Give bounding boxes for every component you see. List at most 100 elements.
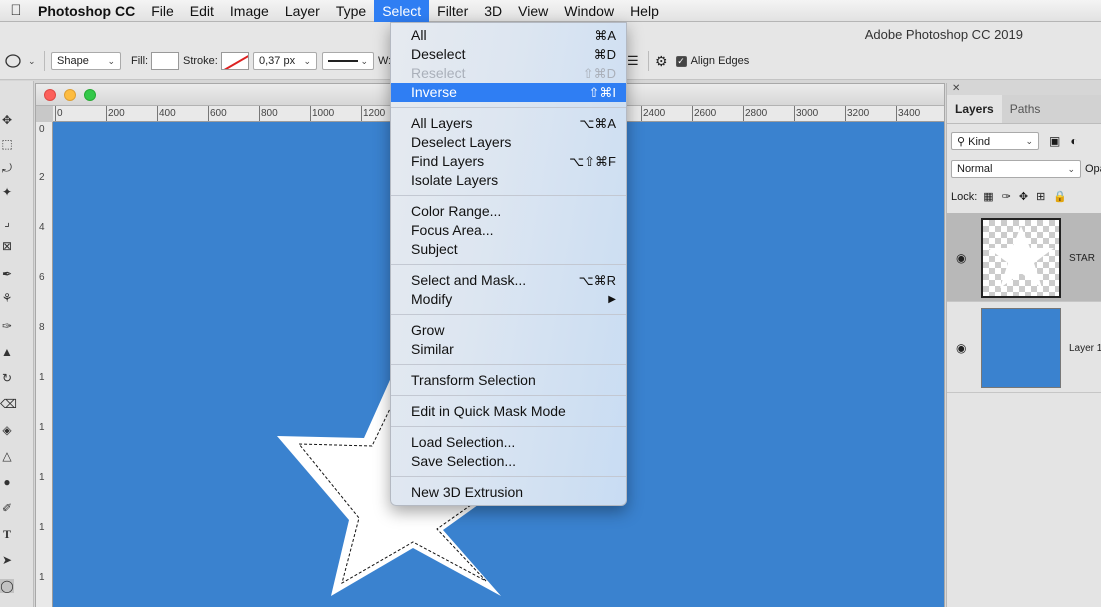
stroke-swatch[interactable]: [220, 52, 249, 70]
lasso-tool-icon[interactable]: ⤾: [0, 161, 14, 176]
menu-item-similar[interactable]: Similar: [391, 340, 626, 359]
tool-mode-select[interactable]: Shape ⌄: [51, 52, 121, 70]
blur-tool-icon[interactable]: △: [0, 449, 14, 463]
lock-position-icon[interactable]: ✥: [1019, 190, 1028, 203]
menu-item-label: All Layers: [411, 115, 473, 131]
menu-item-new-3d-extrusion[interactable]: New 3D Extrusion: [391, 483, 626, 502]
stroke-width-value: 0,37 px: [259, 55, 296, 67]
adjustment-filter-icon[interactable]: ◐: [1070, 134, 1077, 148]
menu-view[interactable]: View: [510, 0, 556, 22]
layer-row-layer-1[interactable]: ◉ Layer 1: [947, 303, 1101, 393]
opacity-label: Opa: [1085, 163, 1101, 175]
menu-item-deselect[interactable]: Deselect ⌘D: [391, 45, 626, 64]
lock-pixels-icon[interactable]: ✑: [1002, 190, 1011, 203]
menu-item-label: New 3D Extrusion: [411, 484, 524, 500]
layer-row-star[interactable]: ◉ STAR: [947, 213, 1101, 302]
ellipse-tool-icon: [5, 54, 21, 68]
filter-kind-select[interactable]: ⚲ Kind ⌄: [951, 132, 1039, 150]
marquee-tool-icon[interactable]: ⬚: [0, 137, 14, 151]
menu-filter[interactable]: Filter: [429, 0, 476, 22]
minimize-window-button[interactable]: [64, 89, 76, 101]
tab-paths[interactable]: Paths: [1002, 95, 1049, 123]
lock-artboard-icon[interactable]: ⊞: [1036, 190, 1045, 203]
menu-item-transform-selection[interactable]: Transform Selection: [391, 371, 626, 390]
chevron-down-icon: ⌄: [28, 55, 36, 66]
blend-mode-select[interactable]: Normal ⌄: [951, 160, 1081, 178]
move-tool-icon[interactable]: ✥: [0, 113, 14, 127]
apple-icon[interactable]: : [2, 2, 30, 19]
stroke-width-field[interactable]: 0,37 px ⌄: [253, 52, 317, 70]
paint-bucket-tool-icon[interactable]: ◈: [0, 423, 14, 437]
crop-tool-icon[interactable]: ⌟: [0, 215, 14, 229]
menu-type[interactable]: Type: [328, 0, 374, 22]
menu-item-color-range[interactable]: Color Range...: [391, 202, 626, 221]
close-icon[interactable]: ✕: [952, 83, 960, 94]
visibility-eye-icon[interactable]: ◉: [956, 251, 966, 265]
menu-help[interactable]: Help: [622, 0, 667, 22]
healing-brush-tool-icon[interactable]: ⚘: [0, 291, 14, 305]
menu-item-grow[interactable]: Grow: [391, 321, 626, 340]
close-window-button[interactable]: [44, 89, 56, 101]
pen-tool-icon[interactable]: ✐: [0, 501, 14, 515]
menu-item-select-and-mask[interactable]: Select and Mask... ⌥⌘R: [391, 271, 626, 290]
image-filter-icon[interactable]: ▣: [1049, 134, 1060, 148]
magic-wand-tool-icon[interactable]: ✦: [0, 185, 14, 199]
ellipse-tool-icon[interactable]: ◯: [0, 579, 14, 593]
eraser-tool-icon[interactable]: ⌫: [0, 397, 17, 411]
chevron-down-icon: ⌄: [303, 55, 311, 66]
chevron-down-icon: ⌄: [360, 55, 368, 66]
ruler-label: 2400: [643, 108, 666, 119]
menu-item-isolate-layers[interactable]: Isolate Layers: [391, 171, 626, 190]
menu-file[interactable]: File: [143, 0, 182, 22]
ruler-label: 600: [210, 108, 227, 119]
visibility-eye-icon[interactable]: ◉: [956, 341, 966, 355]
menu-3d[interactable]: 3D: [476, 0, 510, 22]
menu-layer[interactable]: Layer: [277, 0, 328, 22]
type-tool-icon[interactable]: T: [0, 527, 14, 542]
lock-all-icon[interactable]: 🔒: [1053, 190, 1067, 203]
layers-panel: ✕ Layers Paths ⚲ Kind ⌄ ▣ ◐ Normal ⌄ Opa…: [946, 83, 1101, 607]
ruler-tick: [361, 106, 362, 121]
menu-select[interactable]: Select: [374, 0, 430, 22]
align-edges-checkbox[interactable]: ✓: [675, 55, 687, 67]
zoom-window-button[interactable]: [84, 89, 96, 101]
menu-item-modify[interactable]: Modify ▶: [391, 290, 626, 309]
menu-item-find-layers[interactable]: Find Layers ⌥⇧⌘F: [391, 152, 626, 171]
menu-app-name[interactable]: Photoshop CC: [30, 0, 143, 22]
menu-item-label: Similar: [411, 341, 454, 357]
menu-image[interactable]: Image: [222, 0, 277, 22]
menu-item-label: Focus Area...: [411, 222, 494, 238]
dodge-tool-icon[interactable]: ●: [0, 475, 14, 489]
menu-edit[interactable]: Edit: [182, 0, 222, 22]
menu-item-shortcut: ⌥⇧⌘F: [569, 154, 616, 169]
tools-panel: ✥ ⬚ ⤾ ✦ ⌟ ⊠ ✒ ⚘ ✑ ▲ ↻ ⌫ ◈ △ ● ✐ T ➤ ◯: [0, 81, 34, 607]
ruler-tick: [55, 106, 56, 121]
tool-preset-picker[interactable]: ⌄: [4, 51, 36, 71]
menu-item-quick-mask[interactable]: Edit in Quick Mask Mode: [391, 402, 626, 421]
menu-separator: [391, 195, 626, 196]
menu-separator: [391, 107, 626, 108]
brush-tool-icon[interactable]: ✑: [0, 319, 14, 333]
clone-stamp-tool-icon[interactable]: ▲: [0, 345, 14, 359]
path-selection-tool-icon[interactable]: ➤: [0, 553, 14, 567]
menu-item-inverse[interactable]: Inverse ⇧⌘I: [391, 83, 626, 102]
menu-item-deselect-layers[interactable]: Deselect Layers: [391, 133, 626, 152]
tab-layers[interactable]: Layers: [947, 95, 1002, 123]
ruler-label: 4: [39, 222, 45, 233]
menu-item-all[interactable]: All ⌘A: [391, 26, 626, 45]
ruler-label: 1: [39, 572, 45, 583]
menu-item-all-layers[interactable]: All Layers ⌥⌘A: [391, 114, 626, 133]
gear-icon[interactable]: ⚙: [655, 53, 668, 70]
path-arrangement-icon[interactable]: ☰: [627, 53, 639, 69]
menu-item-load-selection[interactable]: Load Selection...: [391, 433, 626, 452]
lock-transparent-icon[interactable]: ▦: [983, 190, 993, 203]
menu-item-focus-area[interactable]: Focus Area...: [391, 221, 626, 240]
stroke-type-select[interactable]: ⌄: [322, 52, 374, 70]
fill-swatch[interactable]: [151, 52, 180, 70]
history-brush-tool-icon[interactable]: ↻: [0, 371, 14, 385]
menu-item-save-selection[interactable]: Save Selection...: [391, 452, 626, 471]
frame-tool-icon[interactable]: ⊠: [0, 239, 14, 253]
menu-window[interactable]: Window: [556, 0, 622, 22]
menu-item-subject[interactable]: Subject: [391, 240, 626, 259]
eyedropper-tool-icon[interactable]: ✒: [0, 267, 14, 281]
